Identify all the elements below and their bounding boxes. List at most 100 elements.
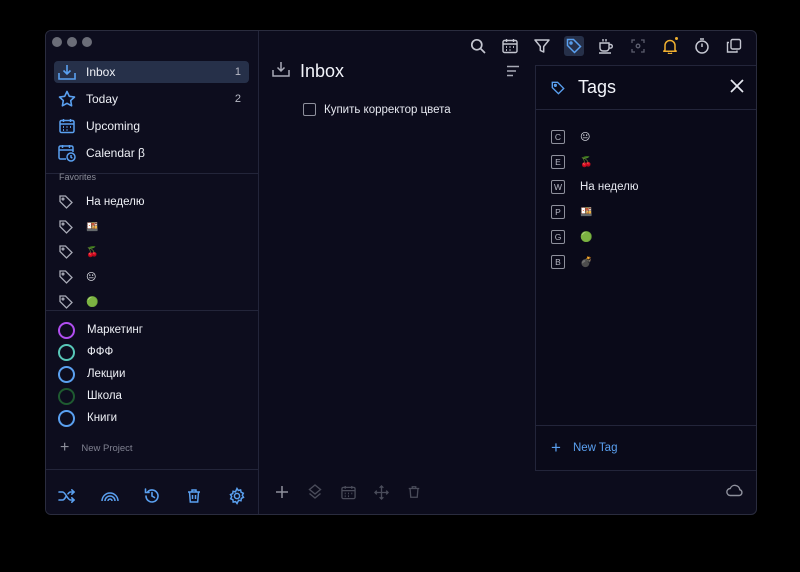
project-item[interactable]: Книги	[58, 408, 248, 428]
close-window-button[interactable]	[52, 37, 62, 47]
count-badge: 2	[234, 93, 241, 105]
sidebar-item-label: Today	[86, 92, 119, 106]
task-item[interactable]: Купить корректор цвета	[303, 103, 451, 116]
tag-icon	[58, 194, 74, 210]
tag-icon	[58, 219, 74, 235]
favorites-heading: Favorites	[59, 172, 97, 182]
search-icon[interactable]	[468, 36, 488, 56]
favorite-item[interactable]: 🟢	[58, 292, 248, 312]
tag-item[interactable]: C 😐	[551, 130, 590, 144]
trash-icon[interactable]	[405, 483, 423, 501]
divider	[536, 425, 756, 426]
timer-icon[interactable]	[692, 36, 712, 56]
shortcut-key: B	[551, 255, 565, 269]
sort-menu-icon[interactable]	[506, 64, 520, 83]
tag-label: 😐	[580, 131, 591, 143]
tag-icon[interactable]	[564, 36, 584, 56]
favorite-label: 🍒	[86, 246, 99, 258]
count-badge: 1	[234, 66, 241, 78]
favorite-label: 🍱	[86, 221, 99, 233]
calendar-clock-icon	[58, 144, 76, 162]
shuffle-icon[interactable]	[58, 487, 76, 505]
favorite-item[interactable]: 🍒	[58, 242, 248, 262]
minimize-window-button[interactable]	[67, 37, 77, 47]
main-toolbar	[259, 477, 553, 507]
tag-item[interactable]: W На неделю	[551, 180, 638, 194]
project-label: Маркетинг	[87, 324, 143, 336]
favorite-item[interactable]: 🍱	[58, 217, 248, 237]
layers-icon[interactable]	[306, 483, 324, 501]
tag-item[interactable]: P 🍱	[551, 205, 592, 219]
project-item[interactable]: Маркетинг	[58, 320, 248, 340]
calendar-icon[interactable]	[339, 483, 357, 501]
trash-icon[interactable]	[185, 487, 203, 505]
tag-item[interactable]: E 🍒	[551, 155, 592, 169]
sidebar-item-today[interactable]: Today 2	[54, 88, 249, 110]
page-title: Inbox	[300, 61, 345, 81]
add-task-icon[interactable]	[273, 483, 291, 501]
project-item[interactable]: Лекции	[58, 364, 248, 384]
tag-label: 💣	[580, 256, 593, 268]
tag-icon	[551, 81, 565, 100]
favorite-label: 😐	[86, 271, 97, 283]
new-project-label: New Project	[81, 442, 133, 454]
task-checkbox[interactable]	[303, 103, 316, 116]
shortcut-key: C	[551, 130, 565, 144]
cloud-sync-icon[interactable]	[726, 483, 744, 502]
duplicate-icon[interactable]	[724, 36, 744, 56]
project-label: Книги	[87, 412, 118, 424]
shortcut-key: W	[551, 180, 565, 194]
favorite-item[interactable]: 😐	[58, 267, 248, 287]
shortcut-key: G	[551, 230, 565, 244]
divider	[46, 310, 258, 311]
rainbow-icon[interactable]	[100, 487, 119, 505]
tags-title: Tags	[578, 77, 617, 97]
app-window: Inbox 1 Today 2 Upcoming Calendar β Favo…	[45, 30, 757, 515]
move-icon[interactable]	[372, 483, 390, 501]
gear-icon[interactable]	[228, 486, 246, 505]
tag-item[interactable]: B 💣	[551, 255, 592, 269]
favorite-label: На неделю	[86, 196, 145, 208]
project-ring-icon	[58, 343, 75, 361]
sidebar-item-inbox[interactable]: Inbox 1	[54, 61, 249, 83]
project-label: Школа	[87, 390, 122, 402]
tag-label: 🍱	[580, 206, 593, 218]
new-project-button[interactable]: + New Project	[60, 440, 133, 456]
favorite-item[interactable]: На неделю	[58, 192, 248, 212]
new-tag-button[interactable]: + New Tag	[551, 439, 618, 456]
inbox-icon	[58, 63, 76, 81]
task-label: Купить корректор цвета	[324, 103, 451, 116]
project-label: Лекции	[87, 368, 126, 380]
project-ring-icon	[58, 365, 75, 383]
tag-item[interactable]: G 🟢	[551, 230, 592, 244]
tag-icon	[58, 269, 74, 285]
tag-label: На неделю	[580, 181, 639, 193]
bell-icon[interactable]	[660, 36, 680, 56]
tags-header: Tags	[536, 66, 756, 110]
new-tag-label: New Tag	[572, 442, 618, 454]
sidebar-toolbar	[46, 477, 258, 514]
tag-label: 🍒	[580, 156, 593, 168]
close-icon[interactable]	[730, 79, 744, 98]
divider	[46, 469, 258, 470]
tag-icon	[58, 244, 74, 260]
zoom-window-button[interactable]	[82, 37, 92, 47]
focus-icon[interactable]	[628, 36, 648, 56]
shortcut-key: P	[551, 205, 565, 219]
filter-icon[interactable]	[532, 36, 552, 56]
project-item[interactable]: ФФФ	[58, 342, 248, 362]
project-ring-icon	[58, 409, 75, 427]
main-header: Inbox	[272, 61, 344, 82]
sidebar-item-label: Inbox	[86, 65, 116, 79]
calendar-icon[interactable]	[500, 36, 520, 56]
tags-panel: Tags C 😐 E 🍒 W На неделю P 🍱 G 🟢 B 💣 + N…	[535, 65, 756, 471]
history-icon[interactable]	[143, 487, 161, 505]
coffee-cup-icon[interactable]	[596, 36, 616, 56]
window-controls	[52, 37, 92, 47]
project-item[interactable]: Школа	[58, 386, 248, 406]
sidebar-item-upcoming[interactable]: Upcoming	[54, 115, 249, 137]
sidebar-item-calendar[interactable]: Calendar β	[54, 142, 249, 164]
star-icon	[58, 90, 76, 108]
calendar-icon	[58, 117, 76, 135]
project-ring-icon	[58, 321, 75, 339]
